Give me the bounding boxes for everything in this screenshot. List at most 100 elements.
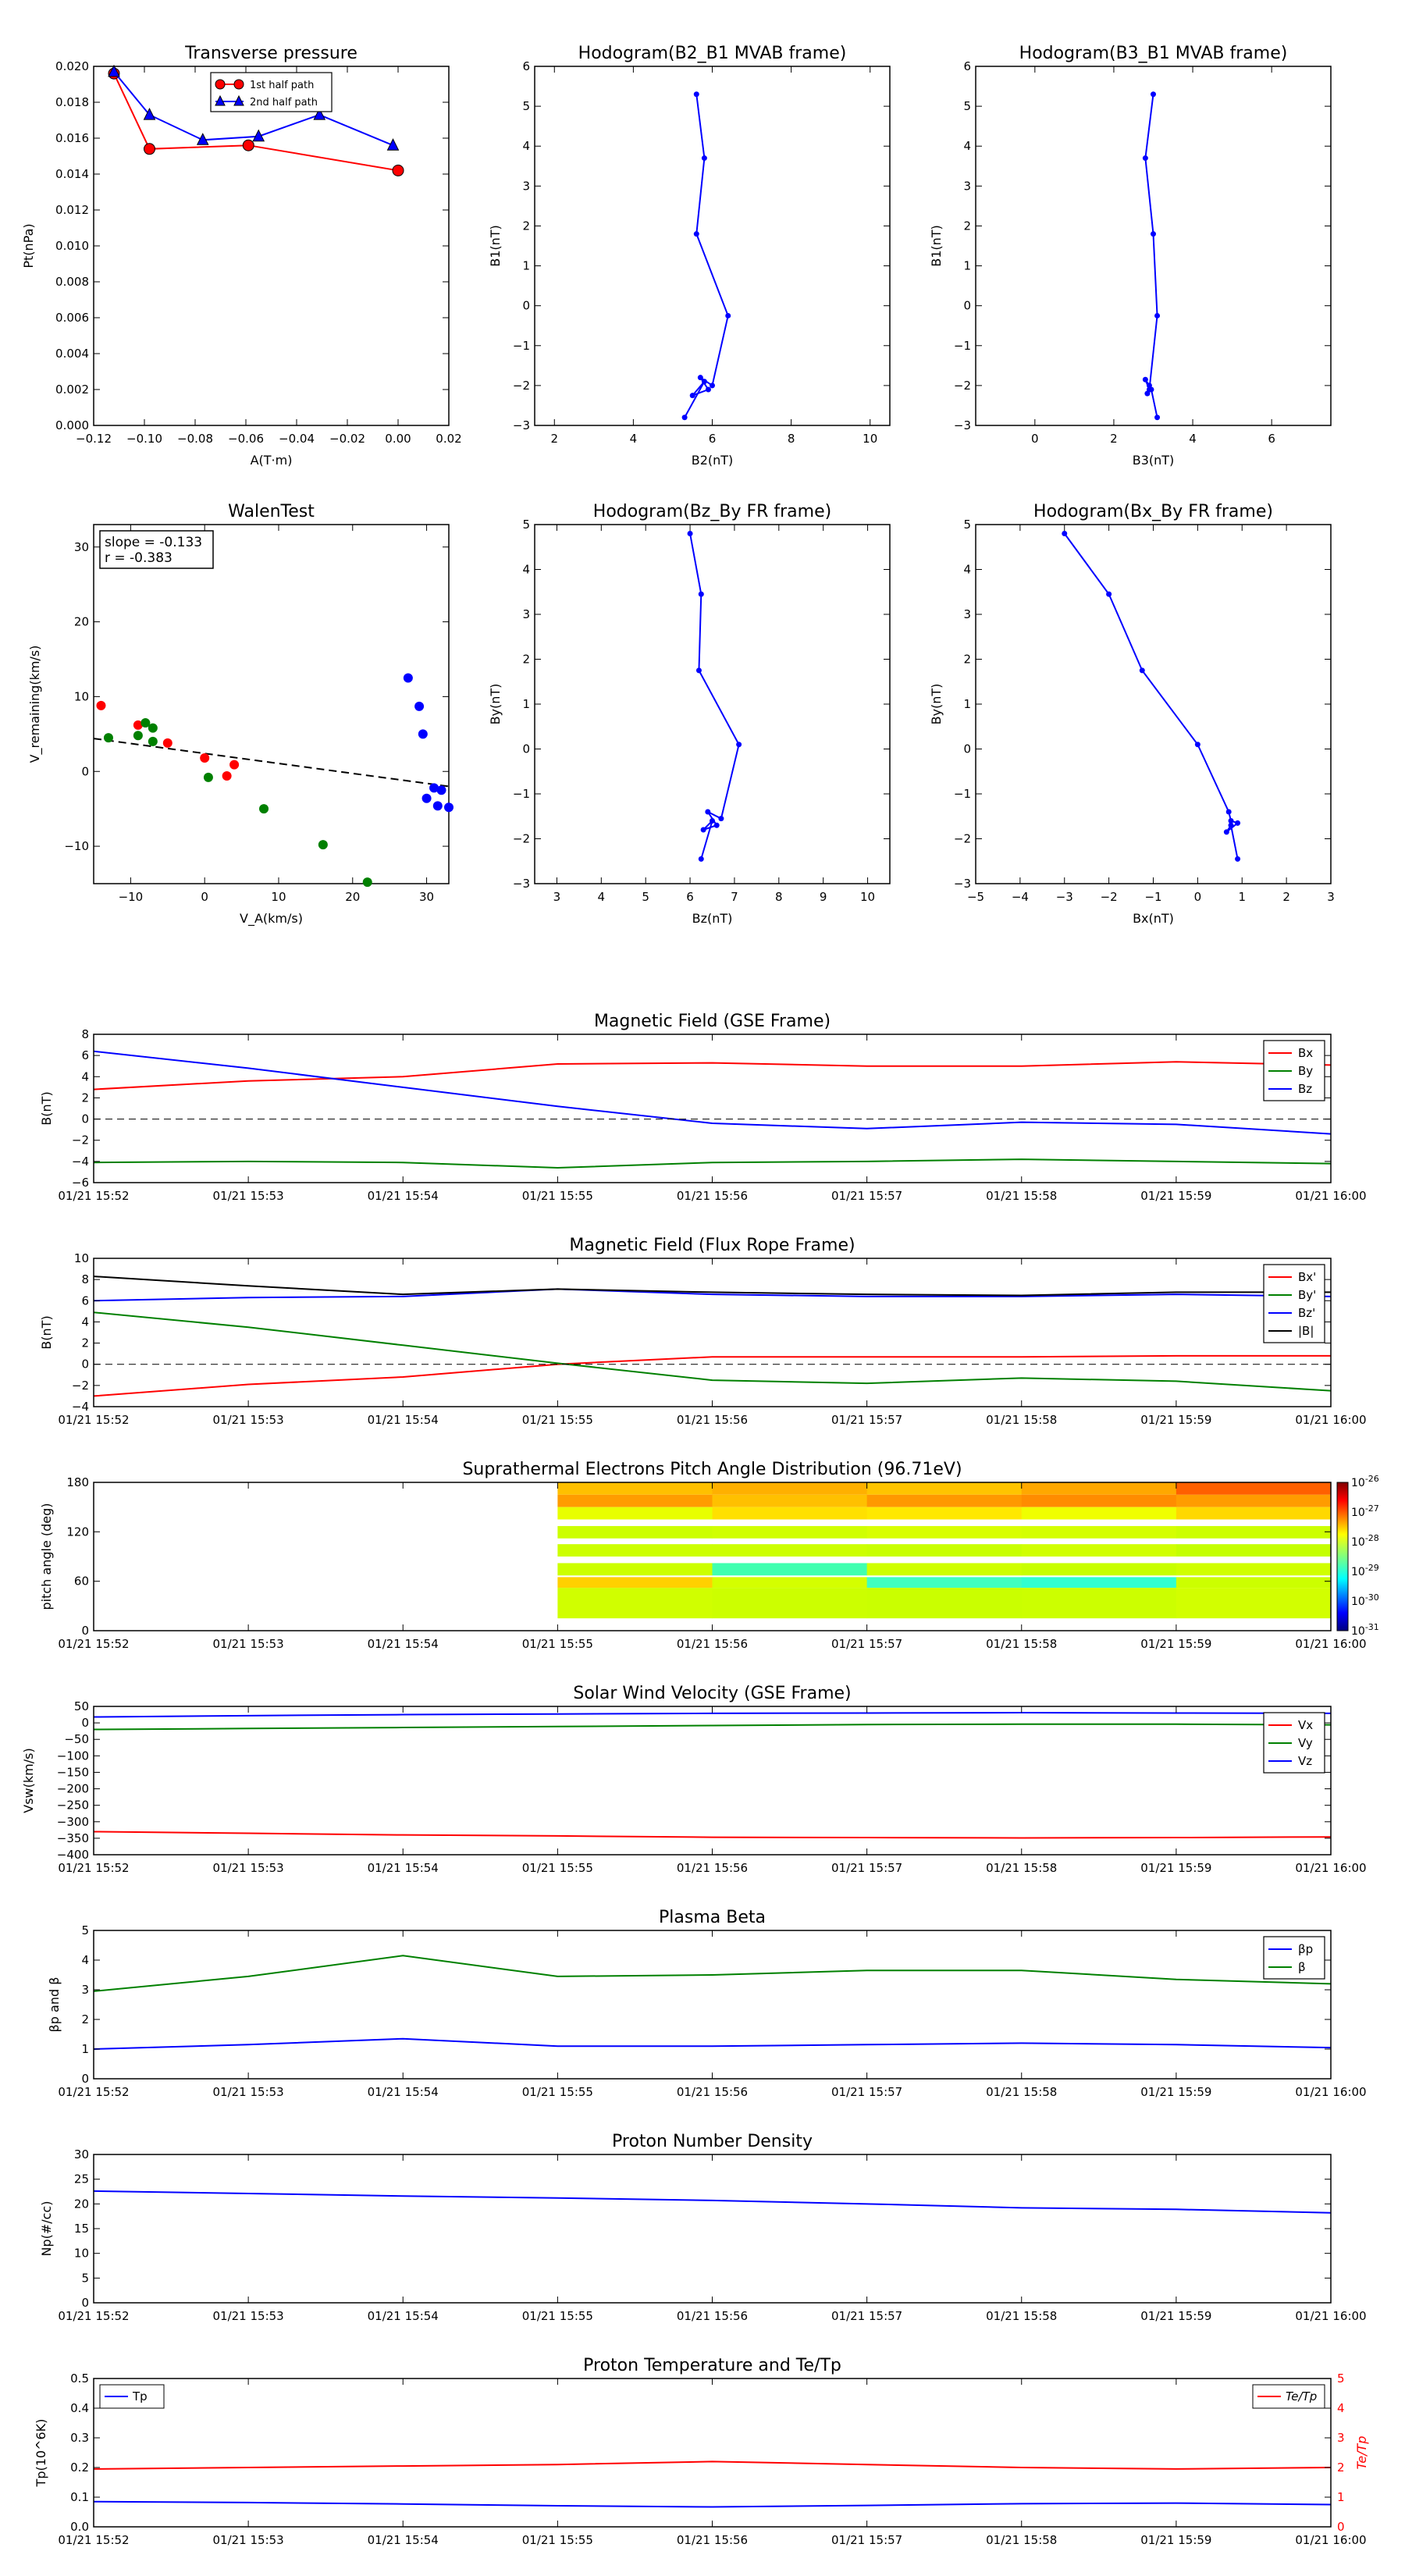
hodogram-line bbox=[1144, 94, 1158, 418]
y-tick-label: 4 bbox=[963, 563, 971, 577]
heatmap-cell bbox=[1021, 1482, 1177, 1495]
colorbar-label-base: 10 bbox=[1351, 1566, 1365, 1578]
time-tick-label: 01/21 15:56 bbox=[677, 1861, 748, 1875]
colorbar-label: 10-31 bbox=[1351, 1622, 1379, 1638]
panel-np: Proton Number Density 0 5 10 15 20 25 30 01/21 1… bbox=[39, 2132, 1367, 2323]
data-point bbox=[162, 738, 173, 748]
x-tick-label: −0.04 bbox=[279, 432, 315, 446]
x-tick-label: 10 bbox=[863, 432, 877, 446]
chart-title: Hodogram(Bx_By FR frame) bbox=[1033, 502, 1273, 521]
data-point bbox=[148, 736, 158, 746]
y-tick-label: 0.4 bbox=[70, 2401, 89, 2415]
data-point bbox=[436, 785, 446, 795]
y-right-tick-label: 4 bbox=[1337, 2401, 1345, 2415]
x-tick-label: 0 bbox=[1194, 890, 1202, 904]
time-tick-label: 01/21 15:59 bbox=[1140, 1637, 1211, 1651]
time-tick-label: 01/21 16:00 bbox=[1295, 1861, 1366, 1875]
y-tick-label: 8 bbox=[81, 1272, 89, 1286]
time-tick-label: 01/21 15:55 bbox=[522, 2533, 593, 2547]
panel-walen: WalenTest −10 0 10 20 30 −10 0 10 20 30 V_remaining… bbox=[27, 502, 454, 927]
y-tick-label: −2 bbox=[72, 1133, 89, 1147]
heatmap-cell bbox=[557, 1494, 713, 1507]
y-tick-label: 0.020 bbox=[55, 59, 89, 73]
time-tick-label: 01/21 15:52 bbox=[58, 2085, 129, 2099]
data-point bbox=[222, 771, 232, 781]
colorbar-label-base: 10 bbox=[1351, 1536, 1365, 1549]
y-tick-label: 0 bbox=[81, 764, 89, 778]
legend-label: Tp bbox=[132, 2389, 148, 2403]
hodogram-line bbox=[689, 533, 740, 859]
y-tick-label: 0 bbox=[81, 1716, 89, 1730]
plot-frame bbox=[93, 2154, 1332, 2304]
y-tick-label: 20 bbox=[74, 615, 89, 629]
y-axis-label: V_remaining(km/s) bbox=[27, 646, 43, 763]
y-tick-label: 10 bbox=[74, 2247, 89, 2261]
time-tick-label: 01/21 15:57 bbox=[831, 2309, 902, 2323]
y-tick-label: 0 bbox=[81, 2296, 89, 2310]
y-tick-label: 0 bbox=[81, 2072, 89, 2086]
data-point bbox=[318, 840, 328, 850]
x-axis-label: Bz(nT) bbox=[692, 911, 733, 926]
time-tick-label: 01/21 16:00 bbox=[1295, 1189, 1366, 1203]
y-tick-label: 4 bbox=[522, 139, 530, 153]
x-tick-label: 6 bbox=[709, 432, 717, 446]
heatmap-cell bbox=[866, 1507, 1023, 1520]
y-tick-label: 15 bbox=[74, 2222, 89, 2236]
data-point bbox=[403, 673, 413, 683]
y-tick-label: 3 bbox=[963, 607, 971, 621]
heatmap-cell bbox=[557, 1577, 713, 1589]
colorbar-label-exp: -31 bbox=[1365, 1622, 1379, 1632]
panel-hodo_bzby: Hodogram(Bz_By FR frame) −3 −2 −1 0 1 2 3 4 5 3 4 5 6… bbox=[488, 502, 891, 926]
x-tick-label: 9 bbox=[820, 890, 827, 904]
x-tick-label: 3 bbox=[1327, 890, 1335, 904]
heatmap-cell bbox=[712, 1544, 868, 1557]
colorbar-label-exp: -29 bbox=[1365, 1563, 1379, 1573]
data-point bbox=[1235, 856, 1241, 862]
y-tick-label: 30 bbox=[74, 540, 89, 554]
legend-box bbox=[1263, 1936, 1325, 1980]
heatmap-cell bbox=[1176, 1588, 1332, 1619]
time-tick-label: 01/21 15:59 bbox=[1140, 2085, 1211, 2099]
heatmap-cell bbox=[1021, 1577, 1177, 1589]
legend-label: Vz bbox=[1298, 1754, 1312, 1768]
legend-label: Vx bbox=[1298, 1718, 1313, 1732]
x-tick-label: 6 bbox=[686, 890, 694, 904]
heatmap-cell bbox=[712, 1588, 868, 1619]
data-point bbox=[693, 231, 699, 237]
colorbar-label: 10-30 bbox=[1351, 1592, 1379, 1608]
y-tick-label: 60 bbox=[74, 1574, 89, 1589]
data-point bbox=[259, 804, 269, 814]
y-tick-label: −100 bbox=[57, 1749, 89, 1763]
y-tick-label: −250 bbox=[57, 1799, 89, 1813]
legend: Bx By Bz bbox=[1263, 1040, 1325, 1101]
y-tick-label: −2 bbox=[72, 1379, 89, 1393]
y-tick-label: 0 bbox=[963, 299, 971, 313]
legend-right: Te/Tp bbox=[1252, 2384, 1325, 2409]
time-tick-label: 01/21 15:54 bbox=[368, 2533, 439, 2547]
x-tick-label: 0.02 bbox=[436, 432, 461, 446]
y-tick-label: 0.010 bbox=[55, 239, 89, 253]
y-tick-label: 3 bbox=[522, 607, 530, 621]
y-tick-label: −2 bbox=[513, 832, 530, 846]
x-tick-label: 2 bbox=[1282, 890, 1290, 904]
y-tick-label: 0 bbox=[963, 742, 971, 756]
legend-label: 2nd half path bbox=[250, 97, 318, 109]
series-line-Bx bbox=[93, 1061, 1332, 1091]
time-tick-label: 01/21 16:00 bbox=[1295, 1637, 1366, 1651]
x-tick-label: −0.08 bbox=[177, 432, 213, 446]
time-tick-label: 01/21 15:53 bbox=[213, 1189, 284, 1203]
x-tick-label: −10 bbox=[119, 890, 144, 904]
series-line-|B| bbox=[93, 1276, 1331, 1297]
data-point bbox=[148, 723, 158, 733]
time-tick-label: 01/21 15:58 bbox=[986, 1413, 1057, 1427]
data-point bbox=[681, 415, 688, 421]
legend-label: βp bbox=[1298, 1942, 1313, 1956]
data-point bbox=[1225, 809, 1232, 815]
legend-label: Bx' bbox=[1298, 1270, 1316, 1284]
heatmap-cell bbox=[1176, 1563, 1332, 1576]
chart-title: Plasma Beta bbox=[659, 1908, 766, 1927]
y-tick-label: −2 bbox=[954, 379, 971, 393]
time-tick-label: 01/21 15:59 bbox=[1140, 1861, 1211, 1875]
legend-label: Bz bbox=[1298, 1082, 1312, 1096]
heatmap-cell bbox=[1021, 1544, 1177, 1557]
